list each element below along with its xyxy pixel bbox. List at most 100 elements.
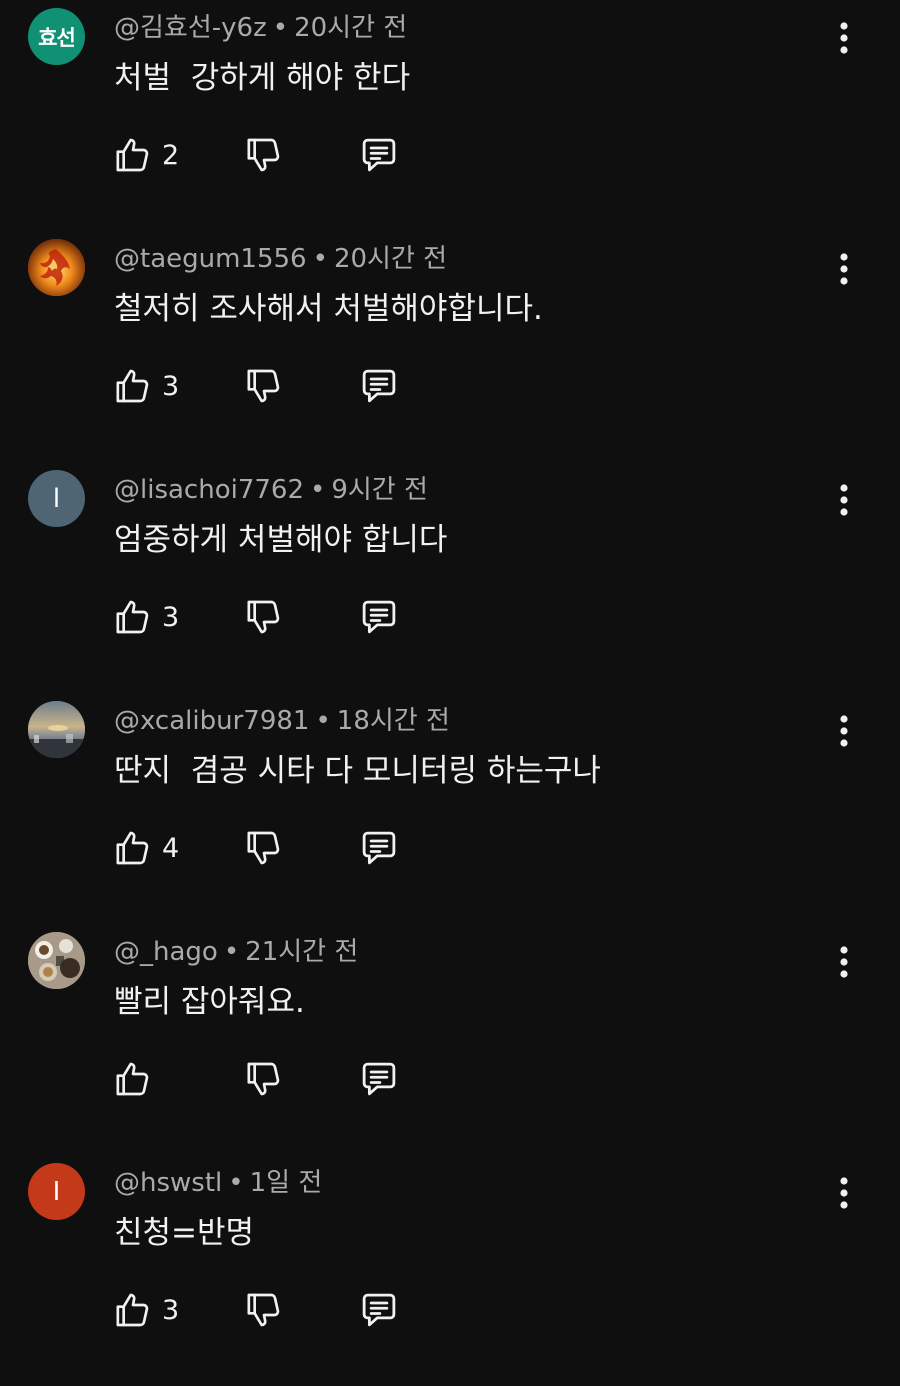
more-options-button[interactable] xyxy=(828,711,860,751)
comment-text: 딴지 겸공 시타 다 모니터링 하는구나 xyxy=(114,753,601,789)
more-options-button[interactable] xyxy=(828,249,860,289)
comment-text: 엄중하게 처벌해야 합니다 xyxy=(114,522,448,558)
more-vertical-icon xyxy=(840,946,848,978)
dislike-button[interactable] xyxy=(243,364,283,408)
comment-actions xyxy=(112,1057,432,1101)
reply-button[interactable] xyxy=(358,826,400,870)
more-options-button[interactable] xyxy=(828,942,860,982)
comment-actions: 3 xyxy=(112,1288,432,1332)
thumbs-down-icon xyxy=(247,1062,280,1096)
comment-actions: 3 xyxy=(112,595,432,639)
avatar[interactable]: l xyxy=(28,470,85,527)
comment-time[interactable]: 21시간 전 xyxy=(245,937,358,967)
comment-time[interactable]: 1일 전 xyxy=(250,1168,323,1198)
comment-text: 처벌 강하게 해야 한다 xyxy=(114,60,411,96)
like-button[interactable] xyxy=(112,1057,162,1101)
comment-author[interactable]: @김효선-y6z xyxy=(114,13,267,43)
avatar-initials: l xyxy=(52,483,61,514)
comment-meta: @xcalibur7981 • 18시간 전 xyxy=(114,703,450,739)
like-button[interactable]: 3 xyxy=(112,595,179,639)
comment-item: 효선 @김효선-y6z • 20시간 전 처벌 강하게 해야 한다 2 xyxy=(0,0,900,231)
meta-separator: • xyxy=(310,475,326,505)
comment-author[interactable]: @taegum1556 xyxy=(114,244,307,274)
comment-author[interactable]: @lisachoi7762 xyxy=(114,475,304,505)
avatar[interactable] xyxy=(28,932,85,989)
more-vertical-icon xyxy=(840,22,848,54)
comment-text: 친청=반명 xyxy=(114,1215,255,1251)
avatar[interactable] xyxy=(28,701,85,758)
thumbs-up-icon xyxy=(116,1062,149,1096)
comment-time[interactable]: 20시간 전 xyxy=(294,13,407,43)
comment-actions: 2 xyxy=(112,133,432,177)
comment-meta: @_hago • 21시간 전 xyxy=(114,934,358,970)
comment-reply-icon xyxy=(362,138,396,172)
reply-button[interactable] xyxy=(358,1288,400,1332)
like-count: 3 xyxy=(162,601,180,633)
comment-item: l @lisachoi7762 • 9시간 전 엄중하게 처벌해야 합니다 3 xyxy=(0,462,900,693)
avatar[interactable]: I xyxy=(28,1163,85,1220)
like-button[interactable]: 3 xyxy=(112,1288,179,1332)
comment-reply-icon xyxy=(362,600,396,634)
comment-author[interactable]: @xcalibur7981 xyxy=(114,706,309,736)
comment-item: @taegum1556 • 20시간 전 철저히 조사해서 처벌해야합니다. 3 xyxy=(0,231,900,462)
meta-separator: • xyxy=(228,1168,244,1198)
dislike-button[interactable] xyxy=(243,133,283,177)
comment-actions: 4 xyxy=(112,826,432,870)
thumbs-down-icon xyxy=(247,831,280,865)
more-vertical-icon xyxy=(840,715,848,747)
more-vertical-icon xyxy=(840,1177,848,1209)
comment-time[interactable]: 18시간 전 xyxy=(337,706,450,736)
thumbs-up-icon xyxy=(116,1293,149,1327)
comment-reply-icon xyxy=(362,369,396,403)
comment-item: @xcalibur7981 • 18시간 전 딴지 겸공 시타 다 모니터링 하는구… xyxy=(0,693,900,924)
dislike-button[interactable] xyxy=(243,595,283,639)
avatar-image xyxy=(28,239,85,296)
comment-text: 철저히 조사해서 처벌해야합니다. xyxy=(114,291,543,327)
reply-button[interactable] xyxy=(358,364,400,408)
comment-meta: @lisachoi7762 • 9시간 전 xyxy=(114,472,428,508)
comment-reply-icon xyxy=(362,1062,396,1096)
like-count: 3 xyxy=(162,370,180,402)
like-button[interactable]: 2 xyxy=(112,133,179,177)
thumbs-down-icon xyxy=(247,369,280,403)
dislike-button[interactable] xyxy=(243,1288,283,1332)
comment-item: @_hago • 21시간 전 빨리 잡아줘요. xyxy=(0,924,900,1155)
more-options-button[interactable] xyxy=(828,18,860,58)
like-count: 2 xyxy=(162,139,180,171)
meta-separator: • xyxy=(223,937,240,967)
comment-author[interactable]: @_hago xyxy=(114,937,218,967)
comment-item: I @hswstl • 1일 전 친청=반명 3 xyxy=(0,1155,900,1386)
like-button[interactable]: 4 xyxy=(112,826,179,870)
avatar[interactable]: 효선 xyxy=(28,8,85,65)
meta-separator: • xyxy=(312,244,328,274)
more-options-button[interactable] xyxy=(828,1173,860,1213)
more-options-button[interactable] xyxy=(828,480,860,520)
meta-separator: • xyxy=(272,13,289,43)
like-button[interactable]: 3 xyxy=(112,364,179,408)
comment-meta: @hswstl • 1일 전 xyxy=(114,1165,322,1201)
comment-reply-icon xyxy=(362,831,396,865)
reply-button[interactable] xyxy=(358,595,400,639)
dislike-button[interactable] xyxy=(243,1057,283,1101)
thumbs-down-icon xyxy=(247,1293,280,1327)
dislike-button[interactable] xyxy=(243,826,283,870)
comment-meta: @김효선-y6z • 20시간 전 xyxy=(114,10,407,46)
comment-reply-icon xyxy=(362,1293,396,1327)
meta-separator: • xyxy=(315,706,331,736)
thumbs-up-icon xyxy=(116,138,149,172)
reply-button[interactable] xyxy=(358,133,400,177)
avatar-image xyxy=(28,932,85,989)
avatar[interactable] xyxy=(28,239,85,296)
like-count: 4 xyxy=(162,832,180,864)
comment-time[interactable]: 9시간 전 xyxy=(331,475,428,505)
like-count: 3 xyxy=(162,1294,180,1326)
thumbs-down-icon xyxy=(247,138,280,172)
comment-author[interactable]: @hswstl xyxy=(114,1168,222,1198)
thumbs-up-icon xyxy=(116,831,149,865)
comment-time[interactable]: 20시간 전 xyxy=(334,244,447,274)
reply-button[interactable] xyxy=(358,1057,400,1101)
more-vertical-icon xyxy=(840,484,848,516)
thumbs-up-icon xyxy=(116,600,149,634)
comment-actions: 3 xyxy=(112,364,432,408)
avatar-image xyxy=(28,701,85,758)
